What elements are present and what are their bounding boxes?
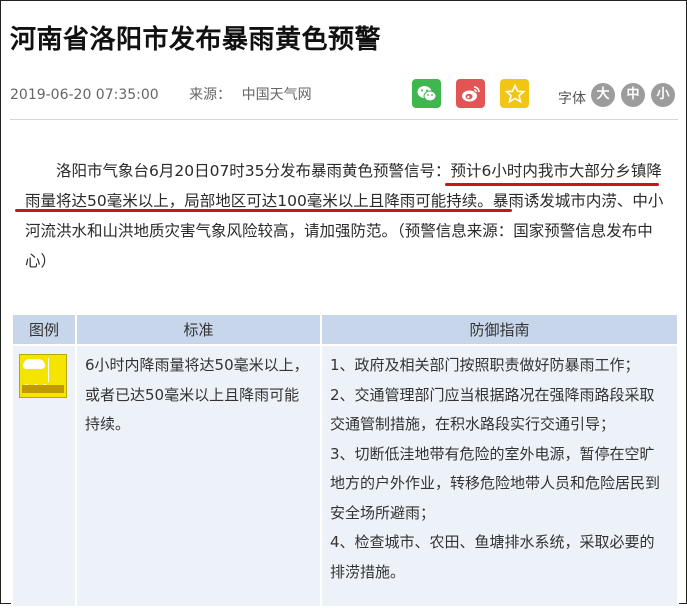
font-size-large-button[interactable]: 大 <box>591 83 615 107</box>
highlight-underline-2 <box>15 209 512 212</box>
guide-item: 4、检查城市、农田、鱼塘排水系统，采取必要的排涝措施。 <box>330 533 655 581</box>
column-header-guide: 防御指南 <box>320 313 679 346</box>
source-name: 中国天气网 <box>241 87 312 103</box>
warning-guide-table: 图例 标准 防御指南 ● ● ● 6小时内降雨量将达50毫米以 <box>11 313 679 608</box>
legend-cell: ● ● ● <box>11 344 77 608</box>
header-divider <box>10 119 678 120</box>
standard-cell: 6小时内降雨量将达50毫米以上，或者已达50毫米以上且降雨可能持续。 <box>75 344 322 608</box>
share-weibo-button[interactable] <box>456 79 485 108</box>
guide-cell: 1、政府及相关部门按照职责做好防暴雨工作； 2、交通管理部门应当根据路况在强降雨… <box>320 344 679 608</box>
publish-date: 2019-06-20 07:35:00 <box>10 87 159 103</box>
font-size-label: 字体 <box>558 91 586 107</box>
font-size-small-button[interactable]: 小 <box>651 83 675 107</box>
rainstorm-yellow-warning-icon: ● ● ● <box>19 354 67 398</box>
weibo-icon <box>461 85 480 101</box>
article-paragraph: 洛阳市气象台6月20日07时35分发布暴雨黄色预警信号：预计6小时内我市大部分乡… <box>25 156 673 276</box>
article-meta: 2019-06-20 07:35:00 来源： 中国天气网 <box>10 84 312 104</box>
column-header-legend: 图例 <box>11 313 77 346</box>
guide-item: 3、切断低洼地带有危险的室外电源，暂停在空旷地方的户外作业，转移危险地带人员和危… <box>330 444 661 522</box>
star-icon <box>504 83 525 104</box>
wechat-icon <box>417 85 436 101</box>
paragraph-intro: 洛阳市气象台6月20日07时35分发布暴雨黄色预警信号： <box>56 162 451 180</box>
source-label: 来源： <box>189 87 232 103</box>
favorite-button[interactable] <box>500 79 529 108</box>
guide-item: 1、政府及相关部门按照职责做好防暴雨工作； <box>330 356 640 374</box>
page-frame: 河南省洛阳市发布暴雨黄色预警 2019-06-20 07:35:00 来源： 中… <box>0 0 687 608</box>
table-row: ● ● ● 6小时内降雨量将达50毫米以上，或者已达50毫米以上且降雨可能持续。… <box>11 344 679 608</box>
share-wechat-button[interactable] <box>412 79 441 108</box>
column-header-standard: 标准 <box>75 313 322 346</box>
article-title: 河南省洛阳市发布暴雨黄色预警 <box>10 25 382 55</box>
guide-item: 2、交通管理部门应当根据路况在强降雨路段采取交通管制措施，在积水路段实行交通引导… <box>330 385 655 434</box>
highlight-underline-1 <box>445 183 659 186</box>
font-size-medium-button[interactable]: 中 <box>621 83 645 107</box>
